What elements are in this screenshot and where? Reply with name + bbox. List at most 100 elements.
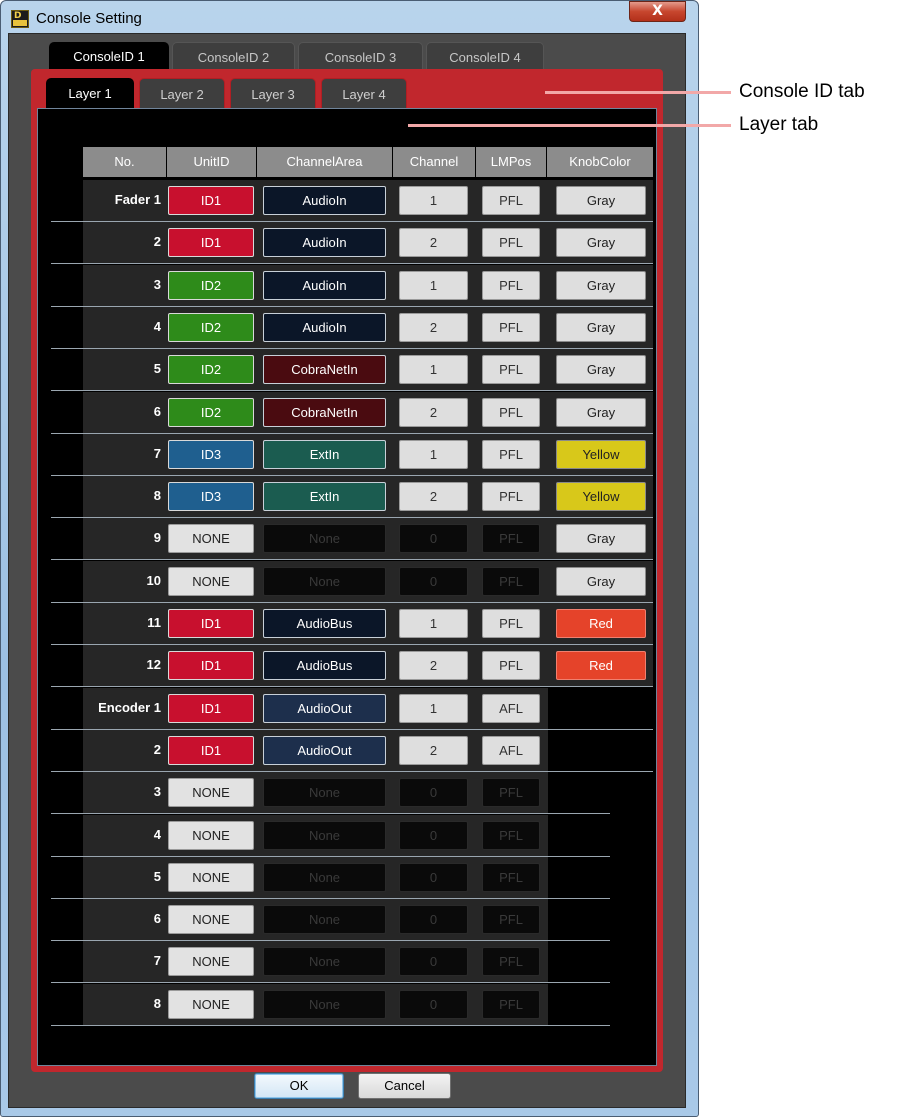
- unit-id-select[interactable]: ID1: [168, 228, 254, 257]
- unit-id-select[interactable]: NONE: [168, 524, 254, 553]
- lmpos-select[interactable]: PFL: [482, 863, 540, 892]
- channel-field[interactable]: 2: [399, 228, 468, 257]
- channel-field[interactable]: 0: [399, 821, 468, 850]
- channel-area-select[interactable]: AudioIn: [263, 271, 386, 300]
- lmpos-select[interactable]: PFL: [482, 186, 540, 215]
- unit-id-select[interactable]: ID1: [168, 736, 254, 765]
- lmpos-select[interactable]: PFL: [482, 821, 540, 850]
- tab-console-id-4[interactable]: ConsoleID 4: [426, 42, 544, 70]
- channel-field[interactable]: 1: [399, 440, 468, 469]
- unit-id-select[interactable]: ID2: [168, 355, 254, 384]
- channel-field[interactable]: 0: [399, 947, 468, 976]
- title-bar[interactable]: D Console Setting X: [0, 0, 699, 34]
- unit-id-select[interactable]: ID3: [168, 482, 254, 511]
- channel-field[interactable]: 1: [399, 694, 468, 723]
- lmpos-select[interactable]: PFL: [482, 271, 540, 300]
- lmpos-select[interactable]: PFL: [482, 313, 540, 342]
- unit-id-select[interactable]: ID1: [168, 651, 254, 680]
- unit-id-select[interactable]: ID2: [168, 398, 254, 427]
- lmpos-select[interactable]: PFL: [482, 990, 540, 1019]
- lmpos-select[interactable]: PFL: [482, 482, 540, 511]
- channel-area-select[interactable]: AudioOut: [263, 736, 386, 765]
- knob-color-select[interactable]: Red: [556, 651, 646, 680]
- unit-id-select[interactable]: ID1: [168, 186, 254, 215]
- lmpos-select[interactable]: PFL: [482, 524, 540, 553]
- channel-field[interactable]: 2: [399, 736, 468, 765]
- unit-id-select[interactable]: ID3: [168, 440, 254, 469]
- knob-color-select[interactable]: Gray: [556, 271, 646, 300]
- knob-color-select[interactable]: Gray: [556, 567, 646, 596]
- channel-area-select[interactable]: AudioBus: [263, 651, 386, 680]
- knob-color-select[interactable]: Red: [556, 609, 646, 638]
- channel-field[interactable]: 1: [399, 609, 468, 638]
- tab-layer-3[interactable]: Layer 3: [230, 78, 316, 108]
- channel-area-select[interactable]: AudioOut: [263, 694, 386, 723]
- ok-button[interactable]: OK: [254, 1073, 344, 1099]
- lmpos-select[interactable]: PFL: [482, 651, 540, 680]
- knob-color-select[interactable]: Gray: [556, 228, 646, 257]
- knob-color-select[interactable]: Yellow: [556, 440, 646, 469]
- unit-id-select[interactable]: ID2: [168, 313, 254, 342]
- tab-layer-4[interactable]: Layer 4: [321, 78, 407, 108]
- channel-area-select[interactable]: None: [263, 905, 386, 934]
- channel-field[interactable]: 1: [399, 355, 468, 384]
- channel-area-select[interactable]: None: [263, 821, 386, 850]
- channel-area-select[interactable]: AudioIn: [263, 228, 386, 257]
- knob-color-select[interactable]: Gray: [556, 355, 646, 384]
- channel-area-select[interactable]: None: [263, 524, 386, 553]
- knob-color-select[interactable]: Gray: [556, 186, 646, 215]
- unit-id-select[interactable]: ID1: [168, 694, 254, 723]
- unit-id-select[interactable]: ID1: [168, 609, 254, 638]
- channel-area-select[interactable]: ExtIn: [263, 482, 386, 511]
- channel-field[interactable]: 0: [399, 524, 468, 553]
- knob-color-select[interactable]: Yellow: [556, 482, 646, 511]
- knob-color-select[interactable]: Gray: [556, 398, 646, 427]
- lmpos-select[interactable]: PFL: [482, 567, 540, 596]
- lmpos-select[interactable]: PFL: [482, 609, 540, 638]
- channel-area-select[interactable]: None: [263, 567, 386, 596]
- close-button[interactable]: X: [629, 1, 686, 22]
- channel-area-select[interactable]: AudioIn: [263, 186, 386, 215]
- channel-field[interactable]: 2: [399, 482, 468, 511]
- tab-console-id-2[interactable]: ConsoleID 2: [172, 42, 295, 70]
- channel-field[interactable]: 0: [399, 990, 468, 1019]
- channel-area-select[interactable]: AudioIn: [263, 313, 386, 342]
- lmpos-select[interactable]: PFL: [482, 947, 540, 976]
- channel-field[interactable]: 2: [399, 313, 468, 342]
- channel-field[interactable]: 0: [399, 567, 468, 596]
- knob-color-select[interactable]: Gray: [556, 524, 646, 553]
- lmpos-select[interactable]: AFL: [482, 736, 540, 765]
- channel-area-select[interactable]: None: [263, 947, 386, 976]
- lmpos-select[interactable]: PFL: [482, 905, 540, 934]
- channel-field[interactable]: 2: [399, 398, 468, 427]
- channel-field[interactable]: 0: [399, 778, 468, 807]
- unit-id-select[interactable]: NONE: [168, 821, 254, 850]
- unit-id-select[interactable]: NONE: [168, 905, 254, 934]
- unit-id-select[interactable]: NONE: [168, 567, 254, 596]
- knob-color-select[interactable]: Gray: [556, 313, 646, 342]
- cancel-button[interactable]: Cancel: [358, 1073, 451, 1099]
- unit-id-select[interactable]: ID2: [168, 271, 254, 300]
- channel-area-select[interactable]: CobraNetIn: [263, 355, 386, 384]
- channel-field[interactable]: 0: [399, 863, 468, 892]
- lmpos-select[interactable]: PFL: [482, 355, 540, 384]
- channel-field[interactable]: 0: [399, 905, 468, 934]
- channel-area-select[interactable]: AudioBus: [263, 609, 386, 638]
- channel-area-select[interactable]: CobraNetIn: [263, 398, 386, 427]
- unit-id-select[interactable]: NONE: [168, 778, 254, 807]
- channel-area-select[interactable]: None: [263, 990, 386, 1019]
- tab-console-id-3[interactable]: ConsoleID 3: [298, 42, 423, 70]
- tab-console-id-1[interactable]: ConsoleID 1: [49, 42, 169, 72]
- lmpos-select[interactable]: PFL: [482, 778, 540, 807]
- channel-area-select[interactable]: ExtIn: [263, 440, 386, 469]
- channel-area-select[interactable]: None: [263, 778, 386, 807]
- lmpos-select[interactable]: AFL: [482, 694, 540, 723]
- channel-area-select[interactable]: None: [263, 863, 386, 892]
- lmpos-select[interactable]: PFL: [482, 440, 540, 469]
- lmpos-select[interactable]: PFL: [482, 228, 540, 257]
- unit-id-select[interactable]: NONE: [168, 990, 254, 1019]
- tab-layer-2[interactable]: Layer 2: [139, 78, 225, 108]
- channel-field[interactable]: 1: [399, 186, 468, 215]
- channel-field[interactable]: 2: [399, 651, 468, 680]
- tab-layer-1[interactable]: Layer 1: [46, 78, 134, 111]
